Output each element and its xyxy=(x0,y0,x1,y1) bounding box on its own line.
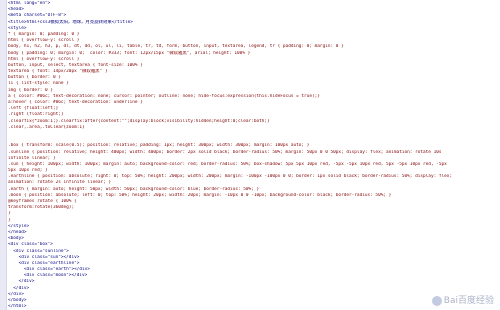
paw-logo-icon xyxy=(431,295,442,306)
code-area[interactable]: <html lang="en"> <head> <meta charset="UTF… xyxy=(8,1,498,310)
code-line[interactable]: .sun { height: 100px; width: 100px; marg… xyxy=(8,162,498,168)
watermark: Bai百度经验 xyxy=(431,293,494,306)
code-line[interactable]: </html> xyxy=(8,304,498,310)
watermark-text: Bai百度经验 xyxy=(443,296,494,306)
code-line[interactable]: .sunline { position: relative; height: 4… xyxy=(8,150,498,156)
editor-gutter xyxy=(0,0,7,310)
code-editor[interactable]: <html lang="en"> <head> <meta charset="UTF… xyxy=(0,0,500,310)
